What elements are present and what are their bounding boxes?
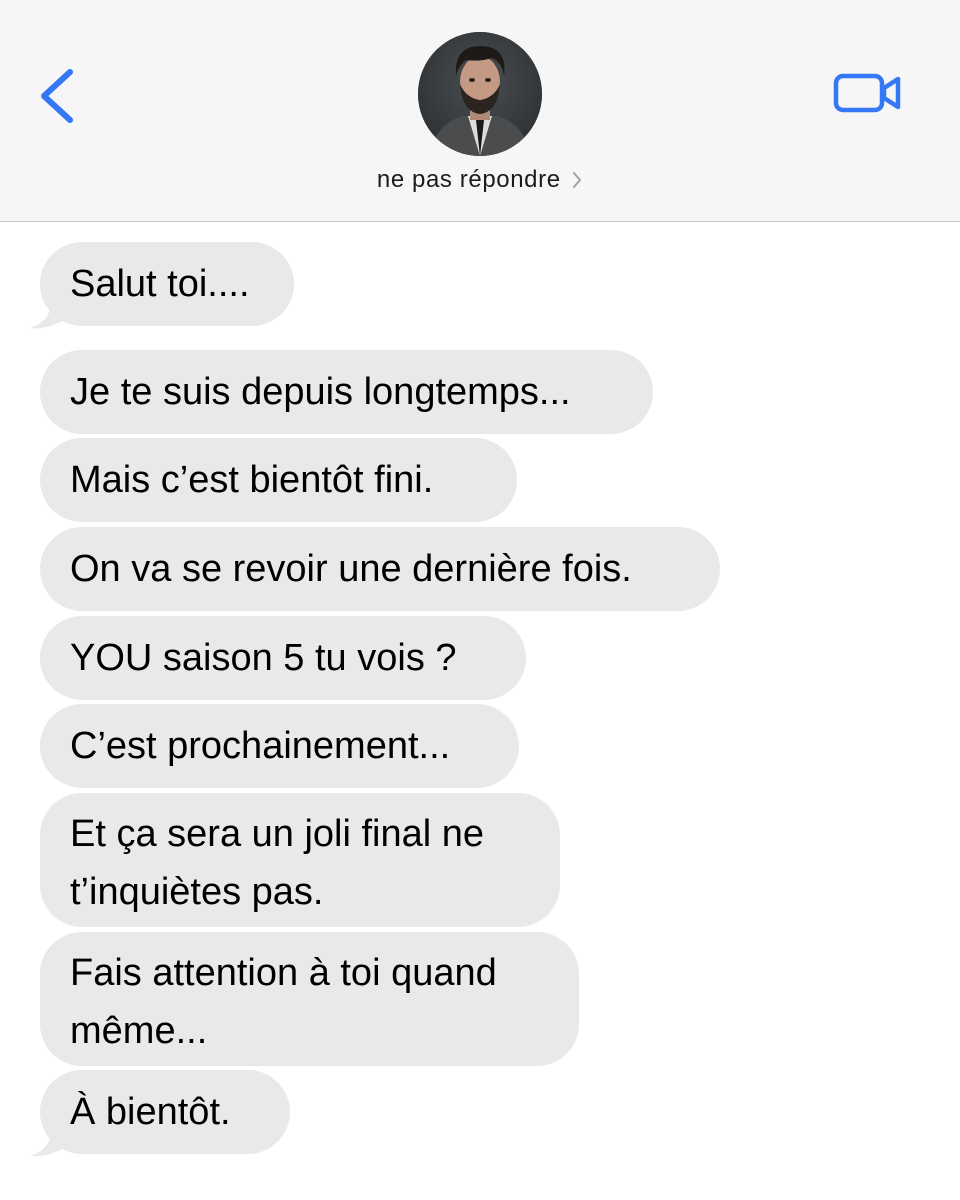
- video-camera-icon: [833, 73, 901, 113]
- facetime-video-button[interactable]: [826, 64, 910, 124]
- chevron-right-icon: [573, 172, 582, 188]
- received-message[interactable]: Et ça sera un joli final ne t’inquiètes …: [40, 793, 560, 927]
- message-line: Et ça sera un joli final ne: [70, 813, 485, 855]
- message-line: t’inquiètes pas.: [70, 871, 324, 913]
- received-message[interactable]: Salut toi....: [40, 242, 294, 326]
- message-line: Fais attention à toi quand: [70, 952, 497, 994]
- received-message[interactable]: Mais c’est bientôt fini.: [40, 438, 517, 522]
- received-message[interactable]: On va se revoir une dernière fois.: [40, 527, 720, 611]
- contact-avatar[interactable]: [418, 32, 542, 156]
- contact-name-button[interactable]: ne pas répondre: [0, 166, 960, 202]
- messages-screen: ne pas répondre Salut toi.... Je te suis…: [0, 0, 960, 1200]
- received-message[interactable]: C’est prochainement...: [40, 704, 519, 788]
- conversation-header: ne pas répondre: [0, 0, 960, 222]
- received-message[interactable]: À bientôt.: [40, 1070, 290, 1154]
- message-list[interactable]: Salut toi.... Je te suis depuis longtemp…: [0, 222, 960, 1200]
- received-message[interactable]: Fais attention à toi quand même...: [40, 932, 579, 1066]
- contact-name: ne pas répondre: [376, 166, 561, 193]
- received-message[interactable]: Je te suis depuis longtemps...: [40, 350, 653, 434]
- chevron-left-icon: [41, 69, 73, 123]
- received-message[interactable]: YOU saison 5 tu vois ?: [40, 616, 526, 700]
- message-line: même...: [70, 1010, 208, 1052]
- avatar-photo: [418, 32, 542, 156]
- back-button[interactable]: [30, 60, 90, 130]
